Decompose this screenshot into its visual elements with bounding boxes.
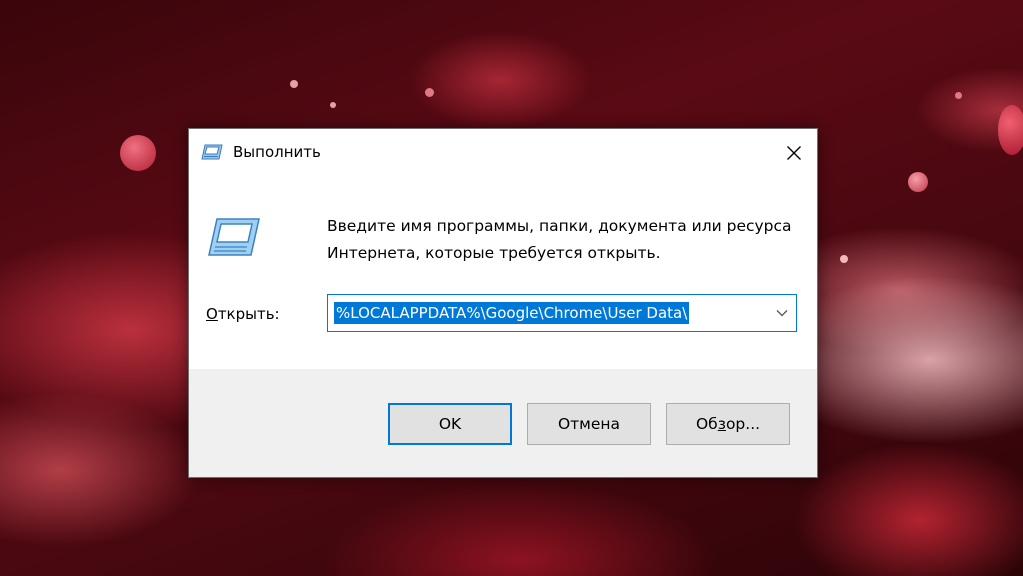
browse-label-post: ор...	[725, 415, 761, 433]
prompt-message: Введите имя программы, папки, документа …	[327, 217, 792, 262]
window-title: Выполнить	[233, 143, 321, 161]
wallpaper-splash	[998, 105, 1023, 155]
run-icon	[201, 143, 223, 161]
browse-button[interactable]: Об з ор...	[666, 403, 790, 445]
wallpaper-splash	[120, 135, 156, 171]
open-combobox[interactable]: %LOCALAPPDATA%\Google\Chrome\User Data\	[327, 294, 797, 332]
chevron-down-icon	[776, 310, 788, 317]
title-bar[interactable]: Выполнить	[189, 129, 817, 177]
browse-label-accelerator: з	[717, 415, 726, 433]
wallpaper-splash	[330, 102, 336, 108]
browse-label-pre: Об	[695, 415, 718, 433]
wallpaper-splash	[955, 92, 962, 99]
ok-button[interactable]: OK	[388, 403, 512, 445]
open-label-text: ткрыть:	[217, 305, 280, 323]
run-icon	[205, 217, 261, 257]
close-button[interactable]	[771, 129, 817, 177]
dropdown-button[interactable]	[768, 295, 796, 331]
open-label: Открыть:	[206, 305, 280, 323]
open-input[interactable]: %LOCALAPPDATA%\Google\Chrome\User Data\	[334, 302, 690, 324]
wallpaper-splash	[290, 80, 298, 88]
open-label-accelerator: О	[206, 305, 218, 323]
wallpaper-splash	[425, 88, 434, 97]
button-bar: OK Отмена Об з ор...	[189, 369, 817, 477]
wallpaper-splash	[908, 172, 928, 192]
wallpaper-splash	[840, 255, 848, 263]
close-icon	[787, 146, 801, 160]
run-dialog: Выполнить Введите имя программы, папки, …	[188, 128, 818, 478]
cancel-button[interactable]: Отмена	[527, 403, 651, 445]
